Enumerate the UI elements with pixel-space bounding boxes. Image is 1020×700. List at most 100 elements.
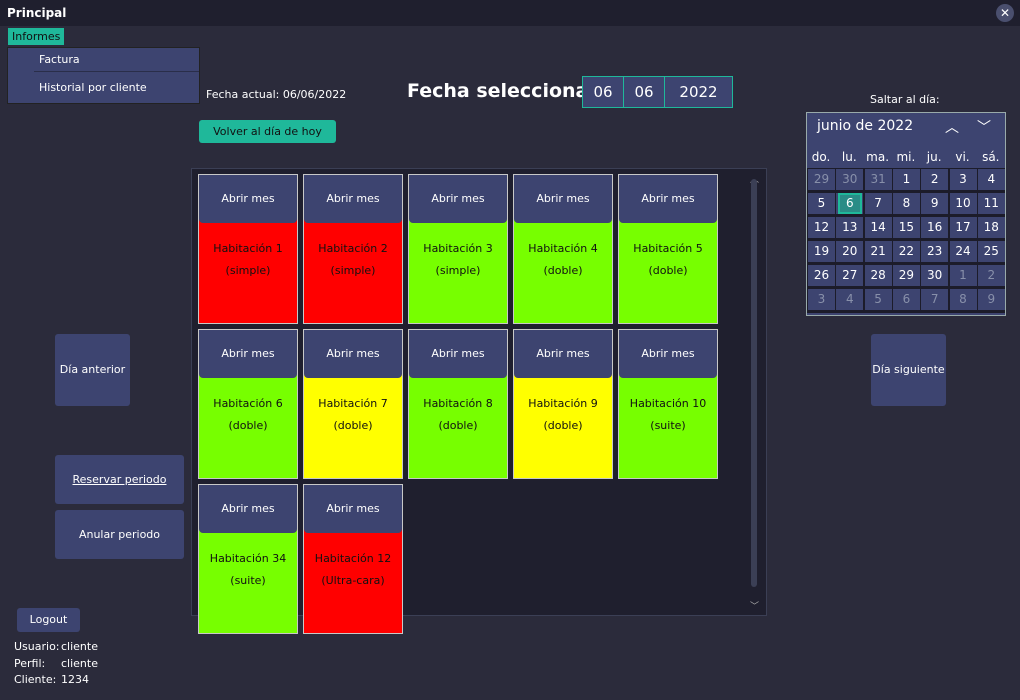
calendar-day[interactable]: 11 xyxy=(977,193,1005,214)
calendar-day[interactable]: 9 xyxy=(921,193,949,214)
room-name: Habitación 6 xyxy=(213,397,283,410)
abrir-mes-button[interactable]: Abrir mes xyxy=(514,175,612,223)
calendar-day[interactable]: 2 xyxy=(977,265,1005,286)
calendar-day[interactable]: 2 xyxy=(921,169,949,190)
room-card[interactable]: Abrir mes Habitación 12 (Ultra-cara) xyxy=(303,484,403,634)
room-type: (doble) xyxy=(333,419,373,432)
abrir-mes-button[interactable]: Abrir mes xyxy=(619,175,717,223)
calendar-day[interactable]: 25 xyxy=(977,241,1005,262)
usuario-value: cliente xyxy=(61,640,98,653)
calendar-day[interactable]: 20 xyxy=(836,241,864,262)
abrir-mes-button[interactable]: Abrir mes xyxy=(409,330,507,378)
calendar-day[interactable]: 7 xyxy=(864,193,892,214)
chevron-down-icon[interactable]: ﹀ xyxy=(977,117,991,137)
logout-button[interactable]: Logout xyxy=(17,608,80,632)
menu-item-factura[interactable]: Factura xyxy=(39,53,80,66)
abrir-mes-button[interactable]: Abrir mes xyxy=(619,330,717,378)
weekday-label: ju. xyxy=(926,150,942,164)
calendar-day[interactable]: 29 xyxy=(892,265,920,286)
calendar-day[interactable]: 6 xyxy=(892,289,920,310)
calendar-day[interactable]: 5 xyxy=(808,193,835,214)
calendar-day[interactable]: 29 xyxy=(808,169,835,190)
calendar-day[interactable]: 7 xyxy=(921,289,949,310)
calendar-day[interactable]: 1 xyxy=(949,265,977,286)
calendar-day[interactable]: 24 xyxy=(949,241,977,262)
calendar-day[interactable]: 14 xyxy=(864,217,892,238)
calendar-day[interactable]: 22 xyxy=(892,241,920,262)
dia-anterior-button[interactable]: Día anterior xyxy=(55,334,130,406)
room-name: Habitación 5 xyxy=(633,242,703,255)
abrir-mes-button[interactable]: Abrir mes xyxy=(199,330,297,378)
abrir-mes-button[interactable]: Abrir mes xyxy=(304,175,402,223)
abrir-mes-button[interactable]: Abrir mes xyxy=(514,330,612,378)
room-card[interactable]: Abrir mes Habitación 1 (simple) xyxy=(198,174,298,324)
calendar-day[interactable]: 9 xyxy=(977,289,1005,310)
calendar-day[interactable]: 4 xyxy=(836,289,864,310)
room-card[interactable]: Abrir mes Habitación 3 (simple) xyxy=(408,174,508,324)
scrollbar[interactable] xyxy=(751,179,757,587)
room-name: Habitación 10 xyxy=(629,397,707,410)
room-card[interactable]: Abrir mes Habitación 6 (doble) xyxy=(198,329,298,479)
room-name: Habitación 8 xyxy=(423,397,493,410)
room-type: (doble) xyxy=(228,419,268,432)
calendar-day[interactable]: 8 xyxy=(892,193,920,214)
room-type: (simple) xyxy=(330,264,376,277)
room-card[interactable]: Abrir mes Habitación 34 (suite) xyxy=(198,484,298,634)
room-card[interactable]: Abrir mes Habitación 4 (doble) xyxy=(513,174,613,324)
year-field[interactable]: 2022 xyxy=(664,76,733,108)
room-type: (doble) xyxy=(543,264,583,277)
abrir-mes-button[interactable]: Abrir mes xyxy=(304,330,402,378)
calendar-day[interactable]: 23 xyxy=(921,241,949,262)
calendar-day[interactable]: 13 xyxy=(836,217,864,238)
room-type: (simple) xyxy=(435,264,481,277)
calendar-grid: 29 30 31 1 2 3 4 5 6 7 8 9 10 11 12 13 14 15 16 17 18 19 20 21 2… xyxy=(807,168,1005,313)
weekday-label: lu. xyxy=(841,150,857,164)
day-field[interactable]: 06 xyxy=(582,76,624,108)
dia-siguiente-button[interactable]: Día siguiente xyxy=(871,334,946,406)
calendar-day[interactable]: 5 xyxy=(864,289,892,310)
calendar-day[interactable]: 10 xyxy=(949,193,977,214)
abrir-mes-button[interactable]: Abrir mes xyxy=(409,175,507,223)
calendar-day[interactable]: 19 xyxy=(808,241,835,262)
calendar-day[interactable]: 15 xyxy=(892,217,920,238)
calendar-day[interactable]: 18 xyxy=(977,217,1005,238)
calendar-day[interactable]: 30 xyxy=(921,265,949,286)
scroll-down-icon[interactable]: ﹀ xyxy=(750,599,759,612)
volver-hoy-button[interactable]: Volver al día de hoy xyxy=(199,120,336,143)
abrir-mes-button[interactable]: Abrir mes xyxy=(199,485,297,533)
room-card[interactable]: Abrir mes Habitación 10 (suite) xyxy=(618,329,718,479)
calendar-day[interactable]: 31 xyxy=(864,169,892,190)
abrir-mes-button[interactable]: Abrir mes xyxy=(199,175,297,223)
calendar-day[interactable]: 27 xyxy=(836,265,864,286)
calendar-day[interactable]: 6 xyxy=(836,193,864,214)
month-field[interactable]: 06 xyxy=(623,76,665,108)
reservar-periodo-button[interactable]: Reservar periodo xyxy=(55,455,184,504)
room-card[interactable]: Abrir mes Habitación 7 (doble) xyxy=(303,329,403,479)
calendar-day[interactable]: 16 xyxy=(921,217,949,238)
anular-periodo-button[interactable]: Anular periodo xyxy=(55,510,184,559)
abrir-mes-button[interactable]: Abrir mes xyxy=(304,485,402,533)
close-icon[interactable]: ✕ xyxy=(996,4,1014,22)
menu-informes[interactable]: Informes xyxy=(8,28,65,45)
calendar-day[interactable]: 3 xyxy=(808,289,835,310)
room-card[interactable]: Abrir mes Habitación 5 (doble) xyxy=(618,174,718,324)
menu-item-historial[interactable]: Historial por cliente xyxy=(39,81,147,94)
calendar-day[interactable]: 8 xyxy=(949,289,977,310)
room-type: (suite) xyxy=(650,419,686,432)
calendar-day[interactable]: 30 xyxy=(836,169,864,190)
room-name: Habitación 1 xyxy=(213,242,283,255)
perfil-value: cliente xyxy=(61,657,98,670)
calendar-day[interactable]: 4 xyxy=(977,169,1005,190)
calendar-day[interactable]: 21 xyxy=(864,241,892,262)
calendar-day[interactable]: 1 xyxy=(892,169,920,190)
calendar-day[interactable]: 17 xyxy=(949,217,977,238)
room-card[interactable]: Abrir mes Habitación 2 (simple) xyxy=(303,174,403,324)
calendar-day[interactable]: 3 xyxy=(949,169,977,190)
calendar-day[interactable]: 26 xyxy=(808,265,835,286)
chevron-up-icon[interactable]: ︿ xyxy=(945,117,959,137)
room-card[interactable]: Abrir mes Habitación 9 (doble) xyxy=(513,329,613,479)
calendar-day[interactable]: 28 xyxy=(864,265,892,286)
room-card[interactable]: Abrir mes Habitación 8 (doble) xyxy=(408,329,508,479)
calendar-day[interactable]: 12 xyxy=(808,217,835,238)
room-name: Habitación 3 xyxy=(423,242,493,255)
